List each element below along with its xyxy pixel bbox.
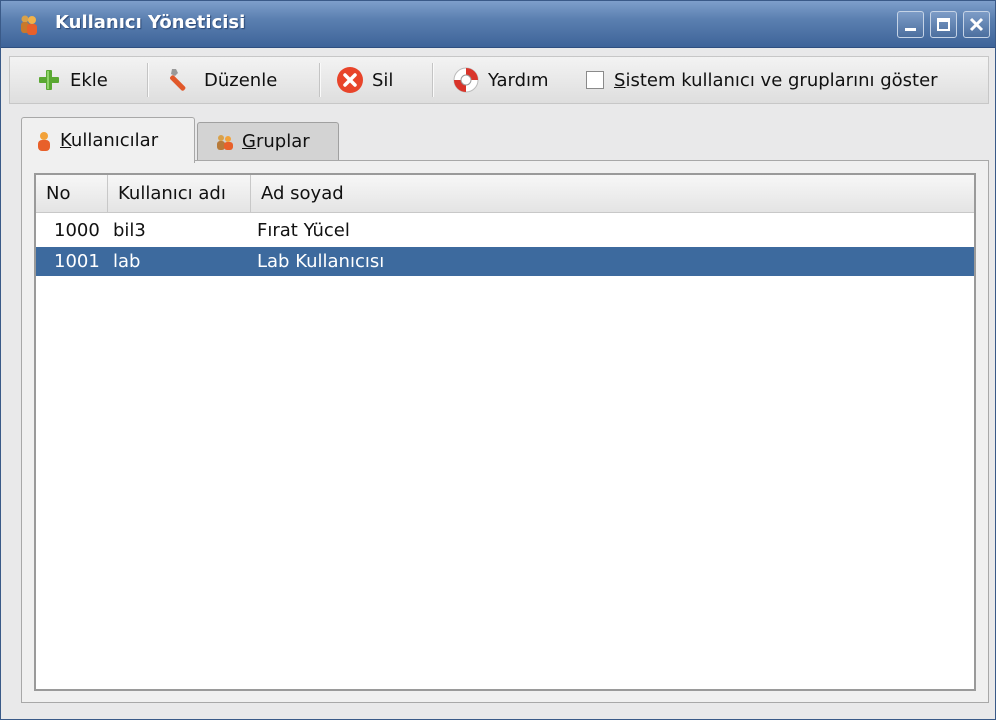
minimize-icon bbox=[905, 28, 916, 31]
tab-users[interactable]: Kullanıcılar bbox=[21, 117, 195, 163]
help-label: Yardım bbox=[488, 69, 549, 91]
toolbar-separator bbox=[147, 63, 149, 97]
tab-users-label: Kullanıcılar bbox=[60, 130, 158, 151]
show-system-label: Sistem kullanıcı ve gruplarını göster bbox=[614, 70, 938, 91]
users-table[interactable]: No Kullanıcı adı Ad soyad 1000 bil3 Fıra… bbox=[34, 173, 976, 691]
user-icon bbox=[38, 131, 50, 151]
column-header-username[interactable]: Kullanıcı adı bbox=[108, 175, 251, 212]
wrench-icon bbox=[170, 69, 186, 91]
add-label: Ekle bbox=[70, 69, 108, 91]
users-tab-panel: No Kullanıcı adı Ad soyad 1000 bil3 Fıra… bbox=[21, 160, 989, 703]
cell-fullname: Fırat Yücel bbox=[257, 220, 350, 241]
tab-groups-mnemonic: G bbox=[242, 131, 256, 152]
cell-username: lab bbox=[113, 251, 141, 272]
lifebuoy-icon bbox=[453, 67, 479, 93]
add-button[interactable]: Ekle bbox=[36, 57, 108, 103]
tab-users-mnemonic: K bbox=[60, 130, 71, 151]
edit-label: Düzenle bbox=[204, 69, 278, 91]
table-header: No Kullanıcı adı Ad soyad bbox=[36, 175, 974, 213]
cell-username: bil3 bbox=[113, 220, 146, 241]
toolbar-separator bbox=[319, 63, 321, 97]
minimize-button[interactable] bbox=[897, 11, 924, 38]
close-icon bbox=[969, 17, 984, 32]
cell-no: 1001 bbox=[54, 251, 100, 272]
delete-icon bbox=[337, 67, 363, 93]
delete-label: Sil bbox=[372, 69, 394, 91]
title-bar[interactable]: Kullanıcı Yöneticisi bbox=[1, 1, 995, 48]
tab-groups[interactable]: Gruplar bbox=[197, 122, 339, 160]
window-title: Kullanıcı Yöneticisi bbox=[55, 12, 246, 33]
table-row[interactable]: 1001 lab Lab Kullanıcısı bbox=[36, 247, 974, 276]
tab-users-label-rest: ullanıcılar bbox=[70, 130, 159, 151]
user-manager-icon bbox=[21, 15, 37, 35]
table-row[interactable]: 1000 bil3 Fırat Yücel bbox=[36, 216, 974, 245]
show-system-label-rest: istem kullanıcı ve gruplarını göster bbox=[625, 69, 938, 91]
cell-fullname: Lab Kullanıcısı bbox=[257, 251, 385, 272]
column-header-fullname[interactable]: Ad soyad bbox=[251, 175, 974, 212]
toolbar-separator bbox=[432, 63, 434, 97]
toolbar: Ekle Düzenle Sil Yardım Sistem kullanıcı… bbox=[9, 56, 989, 104]
cell-no: 1000 bbox=[54, 220, 100, 241]
maximize-icon bbox=[937, 18, 950, 31]
checkbox-box[interactable] bbox=[586, 71, 604, 89]
show-system-checkbox[interactable]: Sistem kullanıcı ve gruplarını göster bbox=[586, 57, 938, 103]
show-system-mnemonic: S bbox=[614, 69, 626, 91]
delete-button[interactable]: Sil bbox=[336, 57, 393, 103]
maximize-button[interactable] bbox=[930, 11, 957, 38]
group-icon bbox=[217, 134, 233, 150]
tab-groups-label-rest: ruplar bbox=[255, 131, 310, 152]
plus-icon bbox=[39, 70, 59, 90]
edit-button[interactable]: Düzenle bbox=[166, 57, 277, 103]
tab-groups-label: Gruplar bbox=[242, 131, 310, 152]
column-header-no[interactable]: No bbox=[36, 175, 108, 212]
close-button[interactable] bbox=[963, 11, 990, 38]
help-button[interactable]: Yardım bbox=[452, 57, 549, 103]
main-window: Kullanıcı Yöneticisi Ekle Düzenle Sil Ya… bbox=[0, 0, 996, 720]
